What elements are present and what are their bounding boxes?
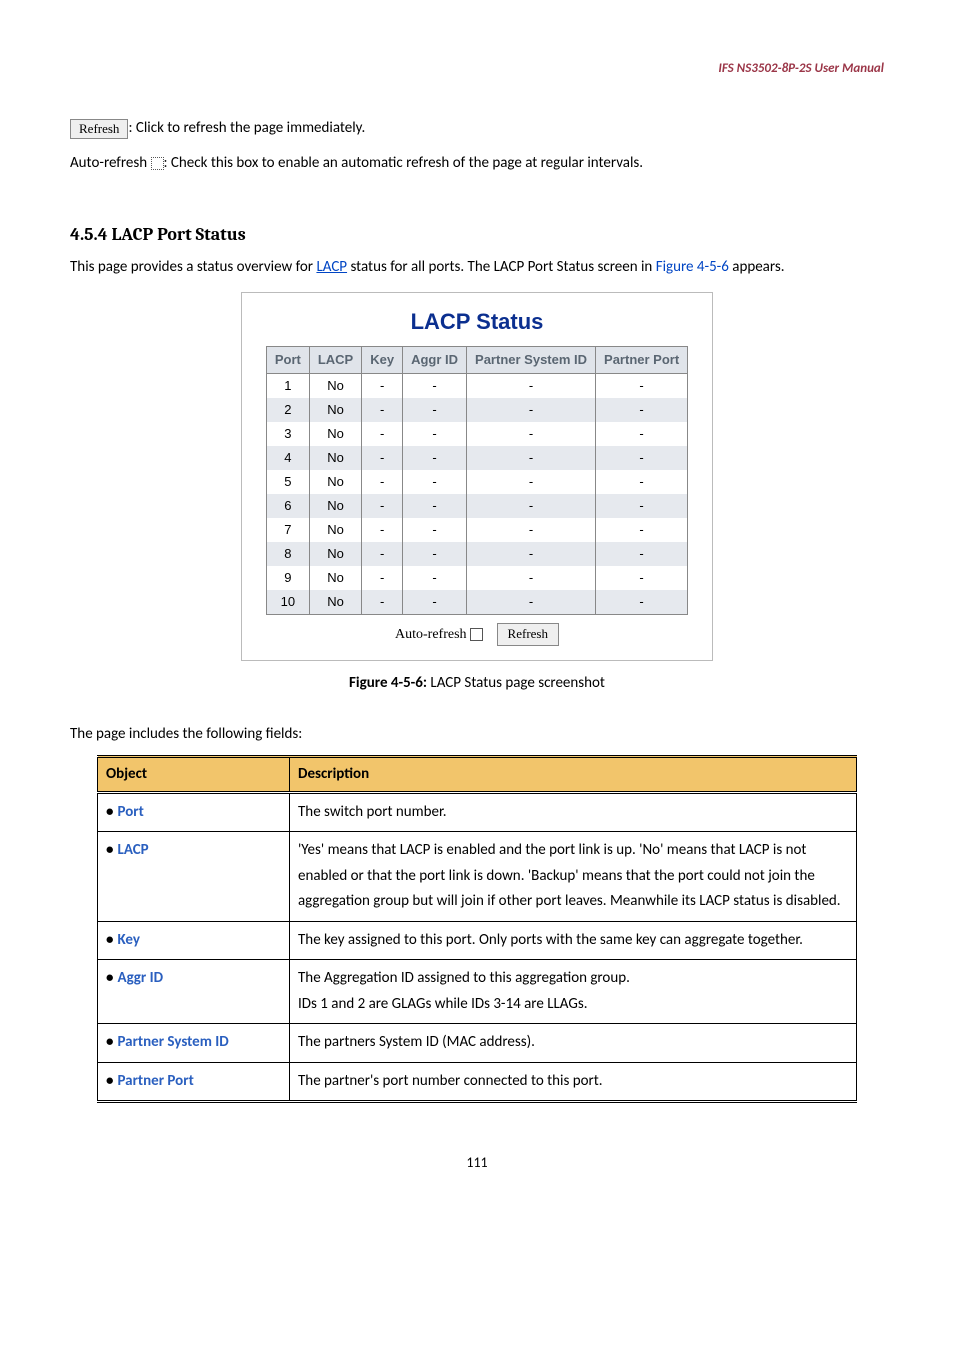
desc-text: The partner's port number connected to t… <box>290 1062 857 1102</box>
col-partner-sysid: Partner System ID <box>467 347 596 374</box>
lacp-title: LACP Status <box>266 307 688 338</box>
description-table: Object Description •Port The switch port… <box>97 755 857 1104</box>
refresh-button[interactable]: Refresh <box>497 623 559 645</box>
page-number: 111 <box>70 1153 884 1173</box>
lacp-link[interactable]: LACP <box>316 258 347 276</box>
autorefresh-label: Auto-refresh <box>395 627 467 642</box>
refresh-desc-text: : Click to refresh the page immediately. <box>128 119 365 137</box>
col-lacp: LACP <box>309 347 361 374</box>
desc-label: •Aggr ID <box>98 960 290 1024</box>
intro-text-a: This page provides a status overview for <box>70 258 316 276</box>
lacp-table: Port LACP Key Aggr ID Partner System ID … <box>266 346 688 615</box>
desc-text: 'Yes' means that LACP is enabled and the… <box>290 832 857 922</box>
refresh-instruction: Refresh: Click to refresh the page immed… <box>70 118 884 139</box>
desc-label: •Partner System ID <box>98 1024 290 1063</box>
figure-caption: Figure 4-5-6: LACP Status page screensho… <box>70 673 884 694</box>
col-aggrid: Aggr ID <box>403 347 467 374</box>
fields-intro: The page includes the following fields: <box>70 724 884 745</box>
intro-text-c: appears. <box>729 258 785 276</box>
autorefresh-instruction: Auto-refresh : Check this box to enable … <box>70 153 884 174</box>
desc-text: The partners System ID (MAC address). <box>290 1024 857 1063</box>
lacp-controls: Auto-refresh Refresh <box>266 623 688 645</box>
desc-text: The Aggregation ID assigned to this aggr… <box>290 960 857 1024</box>
figure-caption-bold: Figure 4-5-6: <box>349 674 427 692</box>
table-row: 1No---- <box>266 374 687 399</box>
autorefresh-checkbox[interactable] <box>470 628 483 641</box>
col-key: Key <box>362 347 403 374</box>
desc-label: •Key <box>98 921 290 960</box>
table-row: 5No---- <box>266 470 687 494</box>
desc-label: •LACP <box>98 832 290 922</box>
manual-title: IFS NS3502-8P-2S User Manual <box>70 60 884 78</box>
refresh-icon: Refresh <box>70 119 128 139</box>
table-row: 2No---- <box>266 398 687 422</box>
table-row: 6No---- <box>266 494 687 518</box>
intro-text-b: status for all ports. The LACP Port Stat… <box>347 258 656 276</box>
desc-header-object: Object <box>98 756 290 792</box>
lacp-status-panel: LACP Status Port LACP Key Aggr ID Partne… <box>241 292 713 660</box>
table-row: 8No---- <box>266 542 687 566</box>
section-heading: 4.5.4 LACP Port Status <box>70 222 884 247</box>
checkbox-icon <box>151 157 164 170</box>
figure-caption-text: LACP Status page screenshot <box>427 674 605 692</box>
desc-label: •Port <box>98 792 290 832</box>
autorefresh-desc-text: : Check this box to enable an automatic … <box>164 154 644 172</box>
table-row: 7No---- <box>266 518 687 542</box>
section-intro: This page provides a status overview for… <box>70 257 884 278</box>
desc-text: The switch port number. <box>290 792 857 832</box>
desc-text: The key assigned to this port. Only port… <box>290 921 857 960</box>
table-row: 9No---- <box>266 566 687 590</box>
table-row: 4No---- <box>266 446 687 470</box>
figure-ref: Figure 4-5-6 <box>656 258 729 276</box>
col-partner-port: Partner Port <box>596 347 688 374</box>
desc-header-description: Description <box>290 756 857 792</box>
desc-label: •Partner Port <box>98 1062 290 1102</box>
table-row: 3No---- <box>266 422 687 446</box>
autorefresh-prefix: Auto-refresh <box>70 154 151 172</box>
table-row: 10No---- <box>266 590 687 615</box>
col-port: Port <box>266 347 309 374</box>
